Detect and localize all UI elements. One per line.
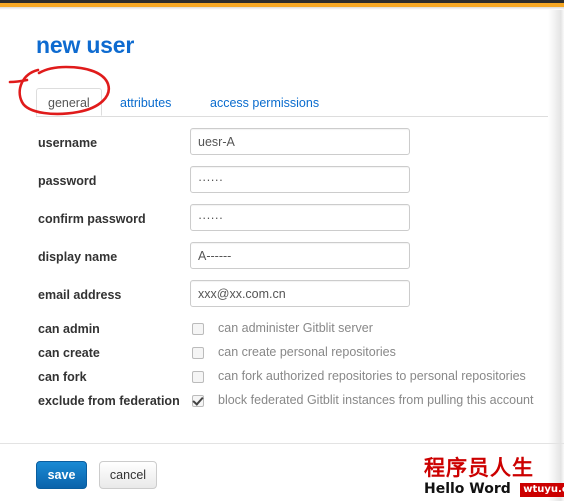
form-row-can-admin: can admin can administer Gitblit server bbox=[0, 318, 548, 342]
watermark-english-text: Hello Word bbox=[424, 481, 511, 498]
footer-divider bbox=[0, 443, 564, 444]
hint-can-admin: can administer Gitblit server bbox=[218, 321, 373, 335]
label-can-create: can create bbox=[38, 346, 100, 360]
can-admin-checkbox[interactable] bbox=[192, 323, 204, 335]
form-row-display-name: display name bbox=[0, 242, 548, 280]
control-password bbox=[190, 166, 410, 193]
label-exclude-from-federation: exclude from federation bbox=[38, 394, 180, 408]
watermark-bottom-line: Hello Word wtuyu.com bbox=[424, 481, 564, 498]
form-row-can-create: can create can create personal repositor… bbox=[0, 342, 548, 366]
control-confirm-password bbox=[190, 204, 410, 231]
control-email-address bbox=[190, 280, 410, 307]
username-input[interactable] bbox=[190, 128, 410, 155]
form-row-can-fork: can fork can fork authorized repositorie… bbox=[0, 366, 548, 390]
panel-right-edge bbox=[548, 10, 564, 501]
new-user-form: username password confirm password displ… bbox=[0, 128, 548, 414]
page-title: new user bbox=[36, 32, 135, 58]
exclude-from-federation-checkbox[interactable] bbox=[192, 395, 204, 407]
can-fork-checkbox[interactable] bbox=[192, 371, 204, 383]
password-input[interactable] bbox=[190, 166, 410, 193]
form-row-password: password bbox=[0, 166, 548, 204]
watermark-url: wtuyu.com bbox=[520, 482, 564, 497]
control-display-name bbox=[190, 242, 410, 269]
hint-exclude-from-federation: block federated Gitblit instances from p… bbox=[218, 393, 534, 407]
hint-can-fork: can fork authorized repositories to pers… bbox=[218, 369, 526, 383]
form-row-username: username bbox=[0, 128, 548, 166]
label-username: username bbox=[38, 136, 98, 150]
tab-access-permissions[interactable]: access permissions bbox=[198, 88, 331, 116]
content-panel: new user general attributes access permi… bbox=[0, 10, 548, 501]
can-create-checkbox[interactable] bbox=[192, 347, 204, 359]
hint-can-create: can create personal repositories bbox=[218, 345, 396, 359]
tab-bar: general attributes access permissions bbox=[36, 88, 548, 117]
email-address-input[interactable] bbox=[190, 280, 410, 307]
control-username bbox=[190, 128, 410, 155]
form-row-email-address: email address bbox=[0, 280, 548, 318]
display-name-input[interactable] bbox=[190, 242, 410, 269]
label-confirm-password: confirm password bbox=[38, 212, 146, 226]
tab-attributes[interactable]: attributes bbox=[108, 88, 183, 116]
label-can-fork: can fork bbox=[38, 370, 87, 384]
label-password: password bbox=[38, 174, 97, 188]
label-can-admin: can admin bbox=[38, 322, 100, 336]
label-email-address: email address bbox=[38, 288, 122, 302]
label-display-name: display name bbox=[38, 250, 118, 264]
cancel-button[interactable]: cancel bbox=[99, 461, 157, 489]
watermark: 程序员人生 Hello Word wtuyu.com bbox=[424, 457, 564, 501]
confirm-password-input[interactable] bbox=[190, 204, 410, 231]
tab-general[interactable]: general bbox=[36, 88, 102, 116]
save-button[interactable]: save bbox=[36, 461, 87, 489]
form-row-exclude-from-federation: exclude from federation block federated … bbox=[0, 390, 548, 414]
watermark-chinese-text: 程序员人生 bbox=[424, 456, 534, 480]
form-row-confirm-password: confirm password bbox=[0, 204, 548, 242]
